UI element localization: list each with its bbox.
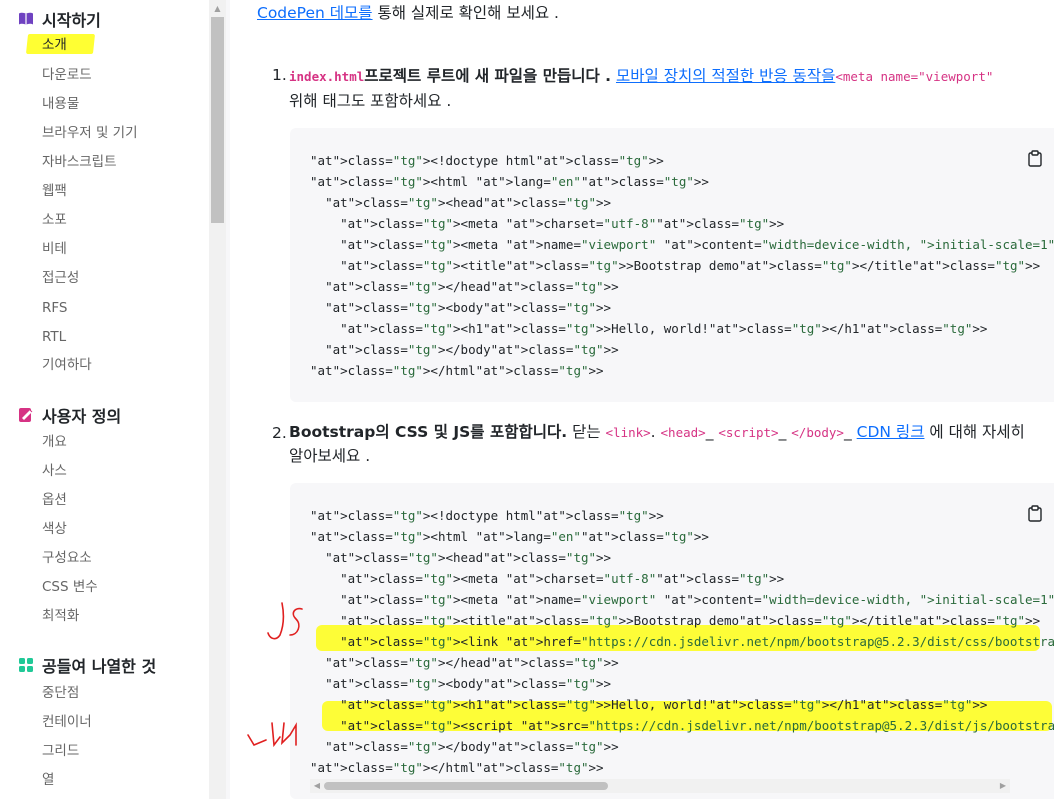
sidebar-item-components[interactable]: 구성요소 — [42, 548, 92, 568]
sidebar-item-containers[interactable]: 컨테이너 — [42, 712, 92, 732]
code-listing: "at">class="tg"><!doctype html"at">class… — [310, 508, 1054, 775]
sidebar-scrollbar[interactable]: ▲ — [209, 0, 226, 799]
step2-bold: Bootstrap의 CSS 및 JS를 포함합니다. — [289, 423, 568, 441]
sidebar-item-grid[interactable]: 그리드 — [42, 741, 79, 761]
sep: . — [650, 423, 661, 441]
sep: _ — [843, 423, 857, 441]
sep: _ — [778, 423, 792, 441]
section-label: 시작하기 — [42, 11, 101, 30]
step1-line2: 위해 태그도 포함하세요 . — [289, 92, 452, 110]
intro-text: 통해 실제로 확인해 보세요 . — [372, 4, 559, 22]
sidebar-item-options[interactable]: 옵션 — [42, 490, 67, 510]
scroll-up-arrow-icon[interactable]: ▲ — [209, 0, 226, 17]
code-block-1: "at">class="tg"><!doctype html"at">class… — [290, 128, 1054, 402]
sidebar-item-javascript[interactable]: 자바스크립트 — [42, 152, 117, 172]
code-horizontal-scrollbar[interactable]: ◀ ▶ — [310, 779, 1010, 793]
section-layout[interactable]: 공들여 나열한 것 — [18, 655, 157, 676]
step2-line1: Bootstrap의 CSS 및 JS를 포함합니다. 닫는 <link>. <… — [289, 420, 1025, 445]
inline-code-body: </body> — [791, 425, 844, 440]
intro-paragraph: CodePen 데모를 통해 실제로 확인해 보세요 . — [257, 1, 559, 25]
code-block-2: "at">class="tg"><!doctype html"at">class… — [290, 483, 1054, 799]
palette-icon — [18, 407, 34, 423]
codepen-demo-link[interactable]: CodePen 데모를 — [257, 4, 373, 22]
responsive-behavior-link[interactable]: 모바일 장치의 적절한 반응 동작을 — [616, 67, 835, 85]
section-label: 사용자 정의 — [42, 407, 122, 426]
main-content: CodePen 데모를 통해 실제로 확인해 보세요 . 1. index.ht… — [230, 0, 1054, 799]
inline-code-script: <script> — [718, 425, 779, 440]
inline-code-filename: index.html — [289, 69, 365, 84]
sidebar-item-browsers[interactable]: 브라우저 및 기기 — [42, 123, 138, 143]
step2-line2: 알아보세요 . — [289, 447, 371, 465]
sidebar-item-contents[interactable]: 내용물 — [42, 94, 79, 114]
book-icon — [18, 11, 34, 27]
sidebar-item-breakpoints[interactable]: 중단점 — [42, 683, 79, 703]
scroll-left-arrow-icon[interactable]: ◀ — [310, 779, 324, 793]
sidebar-item-rtl[interactable]: RTL — [42, 327, 66, 347]
step-number: 2. — [272, 424, 287, 442]
sidebar-item-overview[interactable]: 개요 — [42, 432, 67, 452]
inline-code-head: <head> — [660, 425, 706, 440]
section-label: 공들여 나열한 것 — [42, 657, 157, 676]
sidebar-item-optimize[interactable]: 최적화 — [42, 606, 79, 626]
step-number: 1. — [272, 66, 287, 84]
sidebar-item-rfs[interactable]: RFS — [42, 298, 67, 318]
step1-line1: index.html프로젝트 루트에 새 파일을 만듭니다 . 모바일 장치의 … — [289, 64, 993, 89]
step2-text: 닫는 — [567, 423, 606, 441]
sidebar-item-css-variables[interactable]: CSS 변수 — [42, 577, 98, 597]
step2-text: 에 대해 자세히 — [924, 423, 1025, 441]
section-customize[interactable]: 사용자 정의 — [18, 405, 122, 426]
code-listing: "at">class="tg"><!doctype html"at">class… — [310, 153, 1054, 378]
sidebar-item-columns[interactable]: 열 — [42, 770, 54, 790]
inline-code-link: <link> — [605, 425, 651, 440]
sidebar-item-intro[interactable]: 소개 — [42, 35, 67, 55]
sidebar-item-parcel[interactable]: 소포 — [42, 210, 67, 230]
step1-bold: 프로젝트 루트에 새 파일을 만듭니다 . — [364, 67, 612, 85]
scroll-right-arrow-icon[interactable]: ▶ — [996, 779, 1010, 793]
scrollbar-thumb[interactable] — [211, 17, 224, 223]
grid-icon — [18, 657, 34, 673]
sidebar-item-accessibility[interactable]: 접근성 — [42, 268, 79, 288]
sidebar-item-contribute[interactable]: 기여하다 — [42, 355, 92, 375]
sep: _ — [705, 423, 719, 441]
inline-code-meta: <meta name="viewport" — [835, 69, 994, 84]
scrollbar-thumb[interactable] — [324, 782, 608, 790]
section-getting-started[interactable]: 시작하기 — [18, 9, 101, 30]
handwritten-annotations — [247, 602, 303, 748]
sidebar-item-sass[interactable]: 사스 — [42, 461, 67, 481]
sidebar-item-vite[interactable]: 비테 — [42, 239, 67, 259]
clipboard-icon[interactable] — [1027, 150, 1043, 167]
sidebar-item-download[interactable]: 다운로드 — [42, 65, 92, 85]
sidebar: 시작하기 소개 다운로드 내용물 브라우저 및 기기 자바스크립트 웹팩 소포 … — [0, 0, 209, 799]
sidebar-item-color[interactable]: 색상 — [42, 519, 67, 539]
sidebar-item-webpack[interactable]: 웹팩 — [42, 181, 67, 201]
cdn-link[interactable]: CDN 링크 — [857, 423, 925, 441]
clipboard-icon[interactable] — [1027, 505, 1043, 522]
